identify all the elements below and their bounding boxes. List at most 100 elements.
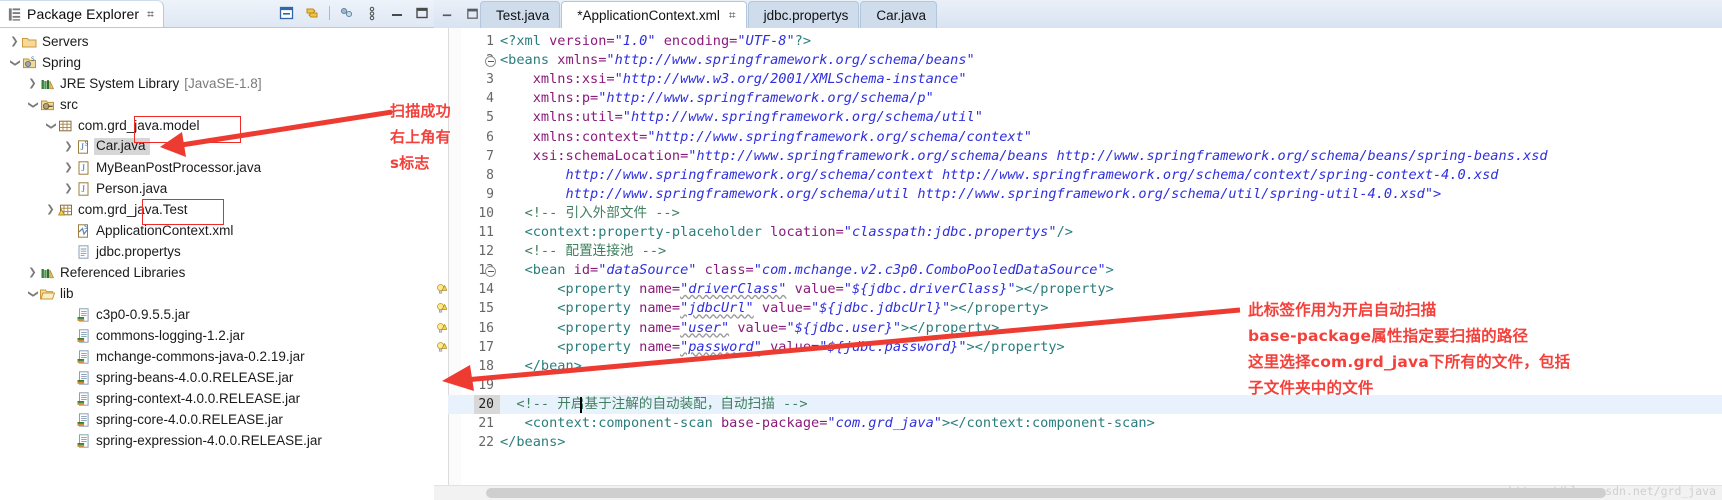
editor-body: 12345678910111213141516171819202122 <?xm… [434, 28, 1722, 500]
line-number-10: 10 [478, 205, 494, 221]
tree-item-spring-beans-4-0-0-release-jar[interactable]: spring-beans-4.0.0.RELEASE.jar [0, 367, 434, 388]
code-line-22[interactable]: </beans> [500, 433, 565, 452]
maximize-icon[interactable] [414, 5, 430, 21]
editor-tabs[interactable]: JTest.javaS*ApplicationContext.xml⌗jdbc.… [480, 0, 938, 28]
chevron-down-icon[interactable]: ❯ [28, 287, 39, 300]
chevron-right-icon[interactable]: ❯ [8, 36, 21, 47]
tree-item-commons-logging-1-2-jar[interactable]: commons-logging-1.2.jar [0, 325, 434, 346]
warning-marker-14[interactable] [436, 283, 448, 296]
jar-icon [77, 370, 89, 385]
tree-item-spring-core-4-0-0-release-jar[interactable]: spring-core-4.0.0.RELEASE.jar [0, 409, 434, 430]
tree-item-person-java[interactable]: ❯ J Person.java [0, 178, 434, 199]
code-line-9[interactable]: http://www.springframework.org/schema/ut… [500, 185, 1441, 204]
annotation-right-line-1: 此标签作用为开启自动扫描 [1248, 301, 1437, 319]
code-line-10[interactable]: <!-- 引入外部文件 --> [500, 204, 680, 223]
box-model-package [134, 116, 241, 143]
scrollbar-thumb[interactable] [486, 488, 1606, 498]
annotation-right-line-4: 子文件夹中的文件 [1248, 379, 1374, 397]
editor-tab-car-java[interactable]: JCar.java [860, 1, 937, 28]
code-line-16[interactable]: <property name="user" value="${jdbc.user… [500, 319, 999, 338]
code-line-15[interactable]: <property name="jdbcUrl" value="${jdbc.j… [500, 299, 1048, 318]
code-line-5[interactable]: xmlns:util="http://www.springframework.o… [500, 108, 983, 127]
tree-item-src[interactable]: ❯ src [0, 94, 434, 115]
package-explorer-icon [8, 7, 21, 21]
library-icon [41, 79, 55, 89]
lightbulb-warning-icon [437, 303, 448, 313]
close-icon[interactable]: ⌗ [729, 8, 736, 23]
code-line-13[interactable]: <bean id="dataSource" class="com.mchange… [500, 261, 1114, 280]
view-menu-icon[interactable] [339, 5, 355, 21]
code-line-4[interactable]: xmlns:p="http://www.springframework.org/… [500, 89, 934, 108]
tree-item-c3p0-0-9-5-5-jar[interactable]: c3p0-0.9.5.5.jar [0, 304, 434, 325]
chevron-down-icon[interactable]: ❯ [46, 119, 57, 132]
code-line-17[interactable]: <property name="password" value="${jdbc.… [500, 338, 1064, 357]
view-overflow-icon[interactable] [364, 5, 380, 21]
warning-marker-15[interactable] [436, 302, 448, 315]
code-line-6[interactable]: xmlns:context="http://www.springframewor… [500, 128, 1032, 147]
java-class-icon: J [78, 160, 89, 175]
code-line-3[interactable]: xmlns:xsi="http://www.w3.org/2001/XMLSch… [500, 70, 967, 89]
minimize-icon[interactable] [440, 6, 455, 21]
code-line-1[interactable]: <?xml version="1.0" encoding="UTF-8"?> [500, 32, 811, 51]
code-line-14[interactable]: <property name="driverClass" value="${jd… [500, 280, 1114, 299]
chevron-right-icon[interactable]: ❯ [26, 78, 39, 89]
tree-item-spring-context-4-0-0-release-jar[interactable]: spring-context-4.0.0.RELEASE.jar [0, 388, 434, 409]
chevron-right-icon[interactable]: ❯ [62, 141, 75, 152]
editor-tab-test-java[interactable]: JTest.java [480, 1, 561, 28]
code-line-8[interactable]: http://www.springframework.org/schema/co… [500, 166, 1498, 185]
tree-item-label: Servers [42, 33, 89, 49]
jar-icon [77, 412, 89, 427]
line-number-9: 9 [486, 186, 494, 202]
line-number-ruler: 12345678910111213141516171819202122 [448, 28, 500, 486]
folder-open-icon [40, 289, 56, 299]
code-line-20[interactable]: <!-- 开启基于注解的自动装配，自动扫描 --> [500, 395, 807, 414]
chevron-down-icon[interactable]: ❯ [28, 98, 39, 111]
annotation-ruler[interactable] [434, 28, 449, 486]
editor-tab-jdbc-propertys[interactable]: jdbc.propertys [747, 1, 860, 28]
xml-source-code[interactable]: <?xml version="1.0" encoding="UTF-8"?> <b… [500, 28, 1722, 486]
tree-item-servers[interactable]: ❯ Servers [0, 31, 434, 52]
tree-item-jdbc-propertys[interactable]: jdbc.propertys [0, 241, 434, 262]
code-line-21[interactable]: <context:component-scan base-package="co… [500, 414, 1155, 433]
collapse-all-icon[interactable] [279, 5, 295, 21]
link-with-editor-icon[interactable] [304, 5, 320, 21]
editor-tab-label: *ApplicationContext.xml [577, 7, 720, 23]
svg-text:S: S [84, 224, 88, 231]
editor-tab--applicationcontext-xml[interactable]: S*ApplicationContext.xml⌗ [561, 1, 747, 28]
chevron-down-icon[interactable]: ❯ [10, 56, 21, 69]
code-line-7[interactable]: xsi:schemaLocation="http://www.springfra… [500, 147, 1548, 166]
jar-icon [77, 433, 89, 448]
chevron-right-icon[interactable]: ❯ [62, 162, 75, 173]
code-line-12[interactable]: <!-- 配置连接池 --> [500, 242, 667, 261]
tree-item-mchange-commons-java-0-2-19-jar[interactable]: mchange-commons-java-0.2.19.jar [0, 346, 434, 367]
tab-package-explorer[interactable]: Package Explorer ⌗ [0, 0, 164, 27]
warning-marker-17[interactable] [436, 341, 448, 354]
chevron-right-icon[interactable]: ❯ [44, 204, 57, 215]
tree-item-jre-system-library[interactable]: ❯ JRE System Library [JavaSE-1.8] [0, 73, 434, 94]
warning-marker-16[interactable] [436, 322, 448, 335]
maximize-icon[interactable] [465, 6, 480, 21]
code-line-18[interactable]: </bean> [500, 357, 582, 376]
project-tree[interactable]: ❯ Servers ❯ S Spring ❯ JRE System Library [Java… [0, 27, 434, 500]
lightbulb-warning-icon [437, 341, 448, 352]
tree-item-spring-expression-4-0-0-release-jar[interactable]: spring-expression-4.0.0.RELEASE.jar [0, 430, 434, 451]
close-icon[interactable]: ⌗ [147, 7, 154, 22]
chevron-right-icon[interactable]: ❯ [62, 183, 75, 194]
tree-item-mybeanpostprocessor-java[interactable]: ❯ J MyBeanPostProcessor.java [0, 157, 434, 178]
code-line-11[interactable]: <context:property-placeholder location="… [500, 223, 1073, 242]
code-line-2[interactable]: <beans xmlns="http://www.springframework… [500, 51, 975, 70]
tree-item-label: lib [60, 285, 74, 301]
tree-item-label: MyBeanPostProcessor.java [96, 159, 262, 175]
tree-item-label: Person.java [96, 180, 168, 196]
jar-icon [77, 328, 89, 343]
svg-text:J: J [82, 163, 86, 173]
minimize-icon[interactable] [389, 5, 405, 21]
tree-item-spring[interactable]: ❯ S Spring [0, 52, 434, 73]
tree-item-referenced-libraries[interactable]: ❯ Referenced Libraries [0, 262, 434, 283]
chevron-right-icon[interactable]: ❯ [26, 267, 39, 278]
tree-item-label: jdbc.propertys [96, 243, 181, 259]
package-explorer-title: Package Explorer [27, 6, 140, 22]
tree-item-label: spring-context-4.0.0.RELEASE.jar [96, 390, 301, 406]
annotation-left-line-2: 右上角有 [390, 128, 451, 146]
tree-item-lib[interactable]: ❯ lib [0, 283, 434, 304]
